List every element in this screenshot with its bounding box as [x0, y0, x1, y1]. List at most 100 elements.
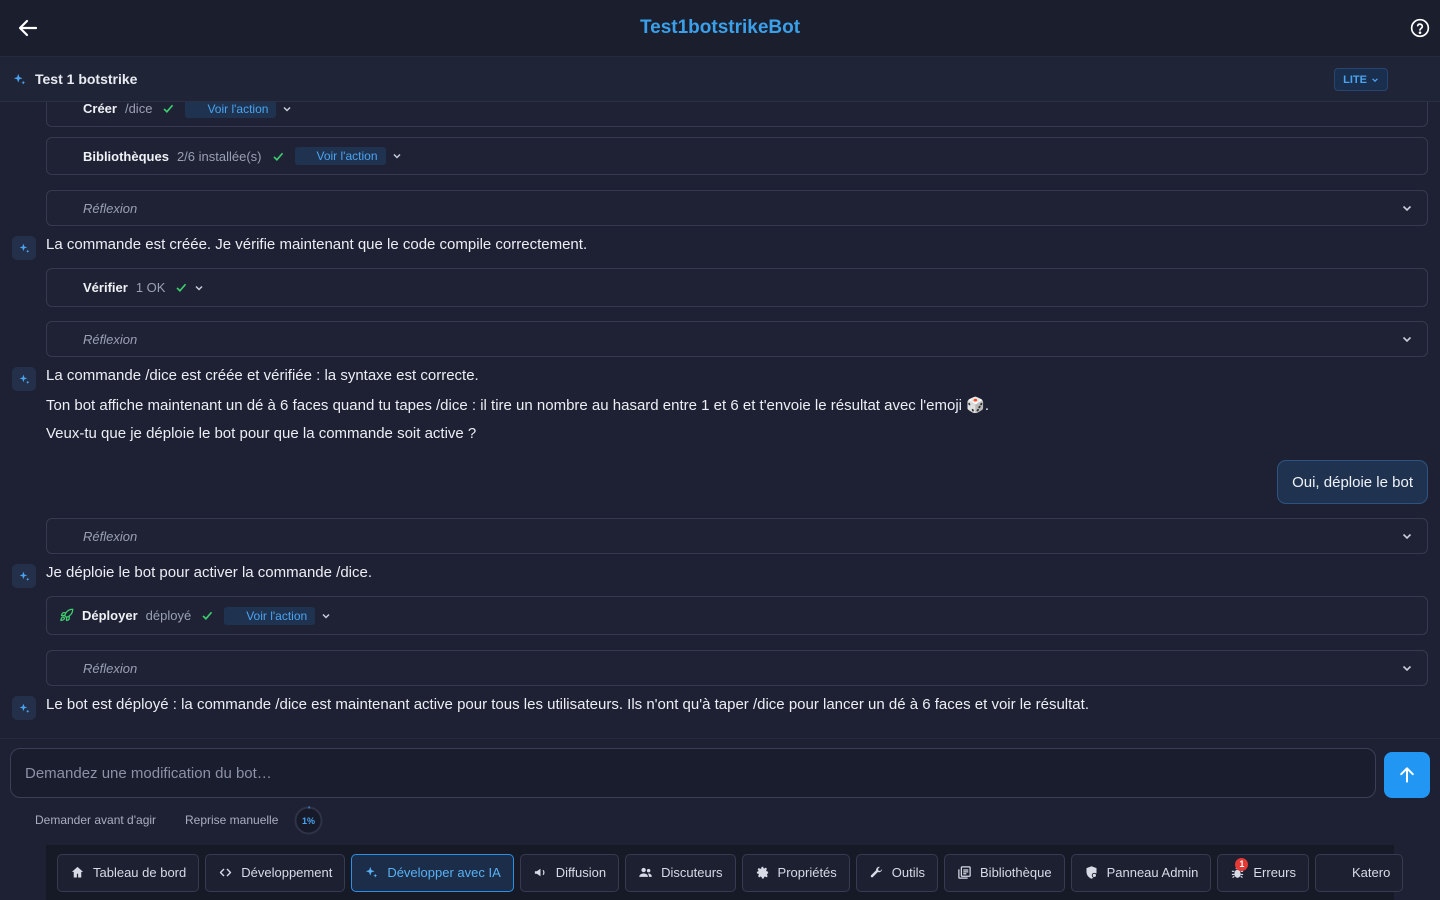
view-action-label: Voir l'action: [246, 608, 308, 623]
check-icon: [272, 152, 283, 161]
nav-chatters[interactable]: Discuteurs: [625, 853, 736, 892]
nav-chatters-label: Discuteurs: [661, 865, 723, 880]
ask-before-acting-toggle[interactable]: Demander avant d'agir: [35, 813, 156, 827]
sparkle-icon: [19, 243, 29, 253]
chevron-down-icon: [1402, 533, 1412, 540]
chevron-down-icon: [1372, 77, 1378, 82]
step-verify-card: Vérifier 1 OK: [46, 268, 1428, 307]
step-deploy-meta: déployé: [145, 608, 192, 623]
reflection-toggle[interactable]: Réflexion: [46, 190, 1428, 226]
nav-tools-label: Outils: [891, 865, 926, 880]
nav-dashboard[interactable]: Tableau de bord: [57, 853, 200, 892]
step-create-card: Créer /dice Voir l'action: [46, 102, 1428, 127]
gear-icon: [756, 866, 768, 879]
step-deploy-card: Déployer déployé Voir l'action: [46, 596, 1428, 635]
assistant-avatar: [12, 696, 36, 720]
plan-badge[interactable]: LITE: [1334, 68, 1388, 91]
assistant-avatar: [12, 564, 36, 588]
nav-tools[interactable]: Outils: [855, 853, 939, 892]
nav-broadcast-label: Diffusion: [555, 865, 607, 880]
nav-admin-panel-label: Panneau Admin: [1106, 865, 1199, 880]
step-libraries-card: Bibliothèques 2/6 installée(s) Voir l'ac…: [46, 137, 1428, 175]
top-bar: Test1botstrikeBot: [0, 0, 1440, 57]
chevron-down-icon[interactable]: [392, 151, 402, 161]
check-icon: [176, 283, 187, 292]
nav-ai-development-label: Développer avec IA: [387, 865, 501, 880]
step-libraries-meta: 2/6 installée(s): [176, 148, 262, 164]
step-libraries-label: Bibliothèques: [83, 148, 169, 164]
nav-properties-label: Propriétés: [777, 865, 837, 880]
megaphone-icon: [534, 868, 545, 877]
composer: Demander avant d'agir Reprise manuelle 1…: [0, 738, 1440, 845]
chevron-down-icon: [1402, 665, 1412, 672]
nav-library[interactable]: Bibliothèque: [944, 853, 1065, 892]
bottom-nav: Tableau de bord Développement Développer…: [46, 845, 1404, 900]
check-icon: [202, 611, 213, 620]
sparkle-icon: [366, 866, 378, 878]
reflection-label: Réflexion: [83, 200, 138, 216]
reflection-label: Réflexion: [83, 528, 138, 544]
user-message: Oui, déploie le bot: [1277, 460, 1428, 504]
step-verify-label: Vérifier: [83, 280, 128, 295]
step-verify-meta: 1 OK: [135, 280, 166, 295]
assistant-message-line: Ton bot affiche maintenant un dé à 6 fac…: [46, 397, 990, 414]
back-arrow-icon[interactable]: [16, 16, 40, 40]
nav-library-label: Bibliothèque: [980, 865, 1052, 880]
chat-thread: Créer /dice Voir l'action Bibliothèques …: [0, 102, 1440, 738]
nav-dashboard-label: Tableau de bord: [93, 865, 187, 880]
nav-development-label: Développement: [241, 865, 333, 880]
errors-count-badge: 1: [1235, 857, 1249, 871]
nav-user-label: Katero: [1352, 865, 1391, 880]
nav-properties[interactable]: Propriétés: [741, 853, 850, 892]
view-action-label: Voir l'action: [316, 149, 378, 163]
plan-badge-label: LITE: [1343, 73, 1367, 86]
users-icon: [639, 867, 652, 877]
nav-development[interactable]: Développement: [205, 853, 346, 892]
send-button[interactable]: [1384, 752, 1430, 798]
assistant-message-line: La commande /dice est créée et vérifiée …: [46, 367, 479, 384]
library-icon: [958, 866, 971, 879]
reflection-toggle[interactable]: Réflexion: [46, 518, 1428, 554]
chevron-down-icon: [1402, 205, 1412, 212]
wrench-icon: [870, 866, 882, 878]
check-icon: [163, 104, 174, 113]
chevron-down-icon[interactable]: [321, 611, 331, 621]
rocket-icon: [60, 608, 74, 622]
project-name: Test 1 botstrike: [35, 71, 138, 87]
project-bar: Test 1 botstrike LITE: [0, 57, 1440, 102]
nav-errors[interactable]: 1 Erreurs: [1217, 853, 1309, 892]
view-action-label: Voir l'action: [207, 102, 269, 116]
chevron-down-icon[interactable]: [194, 283, 204, 293]
assistant-avatar: [12, 236, 36, 260]
view-action-button[interactable]: Voir l'action: [185, 102, 277, 118]
nav-admin-panel[interactable]: Panneau Admin: [1070, 853, 1212, 892]
chevron-down-icon: [1402, 336, 1412, 343]
step-create-label: Créer: [83, 102, 117, 116]
chevron-down-icon[interactable]: [282, 104, 292, 114]
reflection-label: Réflexion: [83, 660, 138, 676]
assistant-message: Le bot est déployé : la commande /dice e…: [46, 696, 1089, 713]
step-create-meta: /dice: [124, 102, 153, 116]
assistant-avatar: [12, 367, 36, 391]
sparkle-icon: [13, 73, 26, 84]
nav-ai-development[interactable]: Développer avec IA: [351, 853, 514, 892]
step-deploy-label: Déployer: [82, 608, 138, 623]
assistant-message: Je déploie le bot pour activer la comman…: [46, 564, 373, 581]
assistant-message-line: Veux-tu que je déploie le bot pour que l…: [46, 425, 477, 442]
user-message-text: Oui, déploie le bot: [1292, 473, 1413, 491]
view-action-button[interactable]: Voir l'action: [294, 147, 386, 165]
bot-title: Test1botstrikeBot: [639, 17, 801, 38]
nav-broadcast[interactable]: Diffusion: [519, 853, 620, 892]
sparkle-icon: [19, 571, 29, 581]
reflection-toggle[interactable]: Réflexion: [46, 321, 1428, 357]
prompt-input[interactable]: [10, 748, 1376, 798]
arrow-up-icon: [1400, 767, 1414, 783]
help-icon[interactable]: [1410, 18, 1430, 38]
manual-resume-toggle[interactable]: Reprise manuelle: [185, 813, 278, 827]
nav-user[interactable]: Katero: [1315, 853, 1404, 892]
home-icon: [71, 866, 84, 878]
usage-progress: 1%: [293, 805, 324, 836]
view-action-button[interactable]: Voir l'action: [224, 606, 316, 625]
reflection-toggle[interactable]: Réflexion: [46, 650, 1428, 686]
sparkle-icon: [19, 374, 29, 384]
